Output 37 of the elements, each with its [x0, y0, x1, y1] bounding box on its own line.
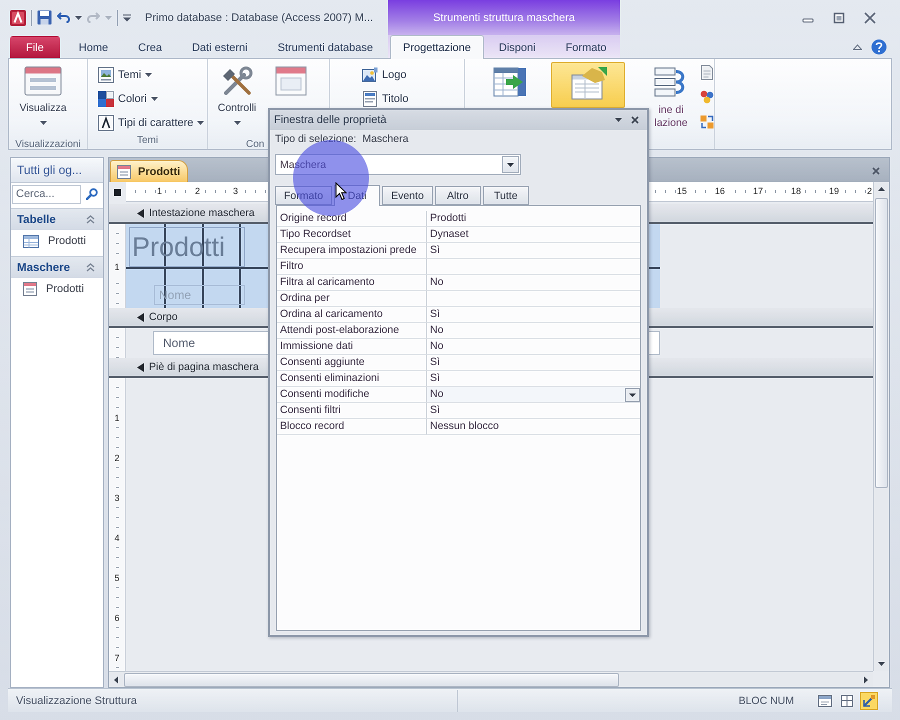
group-label: Visualizzazioni: [15, 138, 81, 151]
property-name: Attendi post-elaborazione: [277, 323, 427, 339]
property-name: Blocco record: [277, 419, 427, 435]
ruler-number: 3: [232, 186, 240, 197]
property-name: Immissione dati: [277, 339, 427, 355]
property-name: Tipo Recordset: [277, 227, 427, 243]
ruler-number: 1: [114, 260, 120, 274]
property-name: Recupera impostazioni prede: [277, 243, 427, 259]
window-title: Primo database : Database (Access 2007) M...: [145, 12, 374, 24]
property-name: Origine record: [277, 211, 427, 227]
ruler-number: 18: [790, 186, 802, 197]
section-title: Piè di pagina maschera: [149, 361, 259, 373]
property-name: Consenti modifiche: [277, 387, 427, 403]
status-text: Visualizzazione Struttura: [8, 690, 458, 712]
group-label: Temi: [136, 134, 158, 148]
selection-type-label: Tipo di selezione:: [275, 132, 356, 144]
property-name: Filtra al caricamento: [277, 275, 427, 291]
contextual-tab-header: Strumenti struttura maschera: [388, 0, 620, 35]
section-title: Intestazione maschera: [149, 207, 255, 219]
ruler-number: 17: [752, 186, 764, 197]
ruler-number: 15: [676, 186, 688, 197]
ruler-number: 2: [866, 186, 873, 197]
ruler-number: 1: [156, 186, 164, 197]
section-title: Corpo: [149, 311, 178, 323]
group-label: Con: [246, 138, 264, 151]
property-name: Ordina per: [277, 291, 427, 307]
ruler-number: 19: [828, 186, 840, 197]
ruler-number: 2: [194, 186, 202, 197]
panel-title: Finestra delle proprietà: [274, 114, 388, 126]
property-name: Ordina al caricamento: [277, 307, 427, 323]
ruler-number: 16: [714, 186, 726, 197]
keyboard-indicator: BLOC NUM: [738, 694, 794, 706]
property-name: Filtro: [277, 259, 427, 275]
property-name: Consenti eliminazioni: [277, 371, 427, 387]
selection-type-value: Maschera: [362, 132, 408, 144]
property-name: Consenti aggiunte: [277, 355, 427, 371]
property-name: Consenti filtri: [277, 403, 427, 419]
